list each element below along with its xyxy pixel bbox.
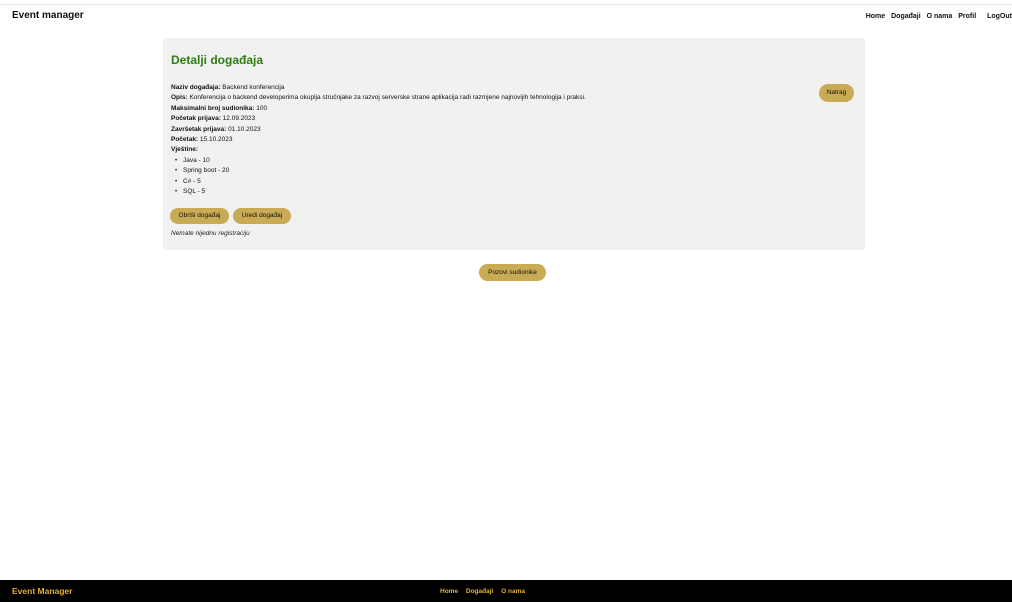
main-nav: Home Događaji O nama Profil LogOut (862, 13, 1012, 20)
nav-home[interactable]: Home (866, 13, 885, 20)
skills-list: Java - 10 Spring boot - 20 C# - 5 SQL - … (171, 156, 586, 198)
field-start: Početak: 15.10.2023 (171, 136, 233, 144)
back-button[interactable]: Natrag (819, 84, 854, 102)
list-item: C# - 5 (175, 177, 586, 188)
event-details: Naziv događaja: Backend konferencija Opi… (171, 83, 586, 198)
footer-nav: Home Događaji O nama (440, 588, 531, 595)
delete-event-button[interactable]: Obriši događaj (170, 208, 229, 224)
field-description: Opis: Konferencija o backend developerim… (171, 94, 586, 102)
page-title: Detalji događaja (171, 53, 264, 67)
footer-nav-dogadaji[interactable]: Događaji (466, 588, 493, 595)
footer: Event Manager Home Događaji O nama (0, 580, 1012, 602)
footer-nav-o-nama[interactable]: O nama (501, 588, 525, 595)
nav-o-nama[interactable]: O nama (927, 13, 953, 20)
list-item: Java - 10 (175, 156, 586, 167)
footer-brand: Event Manager (12, 586, 73, 596)
nav-profil[interactable]: Profil (958, 13, 976, 20)
field-registration-start: Početak prijava: 12.09.2023 (171, 115, 256, 123)
edit-event-button[interactable]: Uredi događaj (233, 208, 291, 224)
field-name: Naziv događaja: Backend konferencija (171, 84, 285, 91)
brand-logo-text[interactable]: Event manager (12, 10, 84, 21)
no-registrations-message: Nemate nijednu registraciju (171, 230, 250, 237)
header: Event manager Home Događaji O nama Profi… (0, 8, 1012, 26)
list-item: Spring boot - 20 (175, 166, 586, 177)
nav-logout[interactable]: LogOut (987, 13, 1012, 20)
skills-label: Vještine: (171, 146, 199, 154)
top-divider (0, 4, 1012, 5)
list-item: SQL - 5 (175, 187, 586, 198)
invite-participants-button[interactable]: Pozovi sudionike (479, 264, 546, 281)
field-registration-end: Završetak prijava: 01.10.2023 (171, 125, 261, 133)
nav-dogadaji[interactable]: Događaji (891, 13, 921, 20)
footer-nav-home[interactable]: Home (440, 588, 458, 595)
page: Event manager Home Događaji O nama Profi… (0, 0, 1012, 602)
field-max-participants: Maksimalni broj sudionika: 100 (171, 104, 268, 112)
event-details-card: Detalji događaja Naziv događaja: Backend… (163, 38, 865, 250)
